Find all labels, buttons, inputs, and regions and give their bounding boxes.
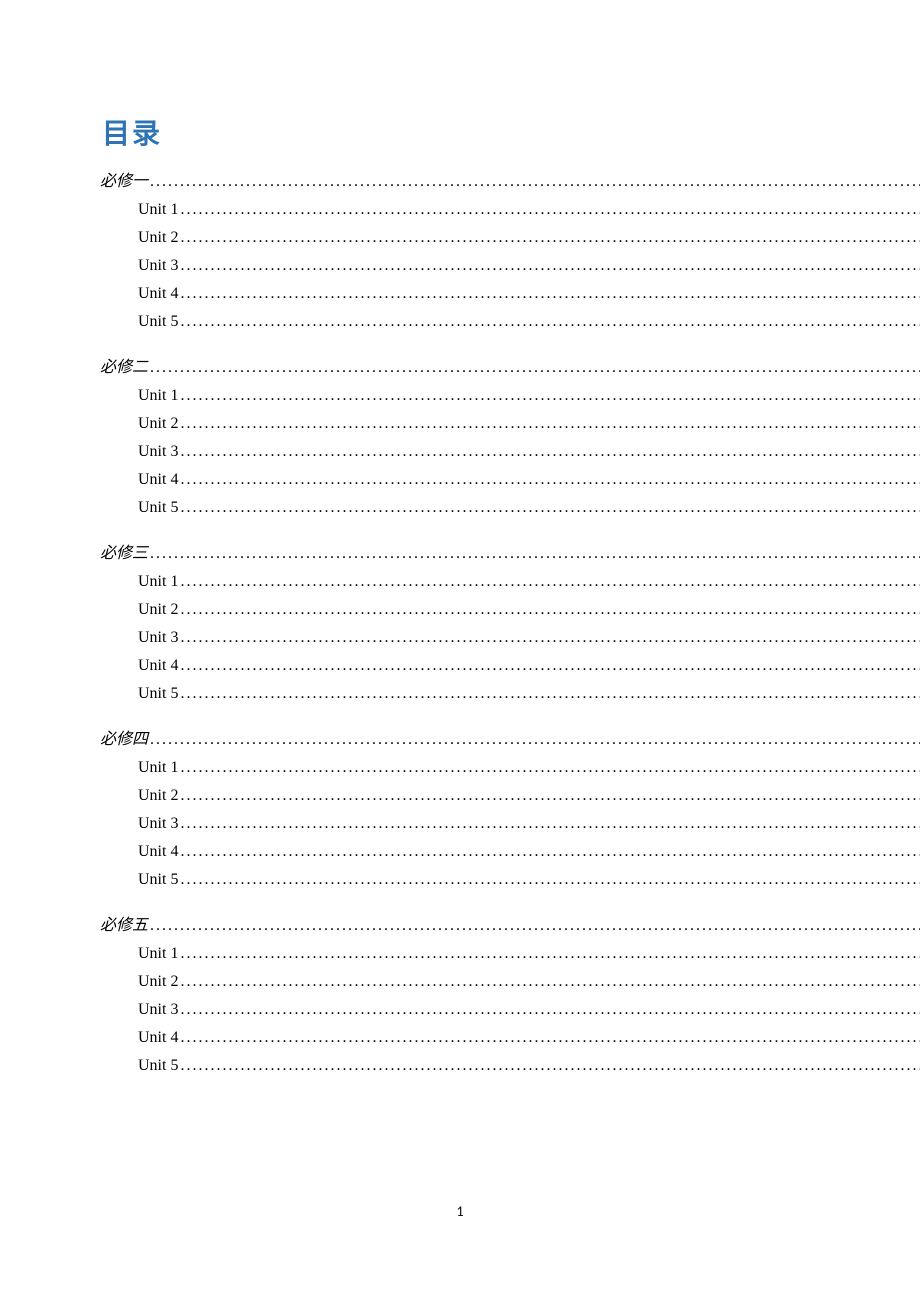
toc-heading: 必修二7 bbox=[100, 360, 920, 376]
toc-leader bbox=[178, 602, 920, 618]
toc-item-label: Unit 2 bbox=[138, 416, 178, 432]
toc-leader bbox=[178, 630, 920, 646]
toc-leader bbox=[148, 360, 920, 376]
toc-item: Unit 28 bbox=[138, 416, 920, 432]
toc-heading-label: 必修一 bbox=[100, 174, 148, 190]
toc-item: Unit 55 bbox=[138, 314, 920, 330]
toc-item: Unit 224 bbox=[138, 974, 920, 990]
toc-item-label: Unit 3 bbox=[138, 1002, 178, 1018]
toc-gap bbox=[100, 528, 920, 546]
toc-item-label: Unit 2 bbox=[138, 974, 178, 990]
toc-leader bbox=[178, 686, 920, 702]
toc-item: Unit 410 bbox=[138, 472, 920, 488]
toc-gap bbox=[100, 714, 920, 732]
toc-leader bbox=[178, 658, 920, 674]
toc-leader bbox=[178, 444, 920, 460]
toc-leader bbox=[178, 574, 920, 590]
toc-columns: 必修一2Unit 12Unit 23Unit 34Unit 44Unit 55必… bbox=[100, 174, 820, 1086]
toc-item-label: Unit 1 bbox=[138, 388, 178, 404]
toc-item-label: Unit 4 bbox=[138, 1030, 178, 1046]
toc-item: Unit 516 bbox=[138, 686, 920, 702]
toc-item: Unit 527 bbox=[138, 1058, 920, 1074]
toc-heading-label: 必修三 bbox=[100, 546, 148, 562]
toc-item-label: Unit 1 bbox=[138, 946, 178, 962]
page: 目录 必修一2Unit 12Unit 23Unit 34Unit 44Unit … bbox=[0, 0, 920, 1300]
toc-item: Unit 44 bbox=[138, 286, 920, 302]
toc-leader bbox=[178, 946, 920, 962]
toc-leader bbox=[148, 732, 920, 748]
toc-heading: 必修一2 bbox=[100, 174, 920, 190]
toc-leader bbox=[178, 202, 920, 218]
toc-item: Unit 319 bbox=[138, 816, 920, 832]
toc-leader bbox=[148, 918, 920, 934]
toc-leader bbox=[178, 472, 920, 488]
toc-item-label: Unit 5 bbox=[138, 314, 178, 330]
toc-heading: 必修四18 bbox=[100, 732, 920, 748]
toc-leader bbox=[178, 1030, 920, 1046]
toc-item: Unit 415 bbox=[138, 658, 920, 674]
toc-leader bbox=[178, 788, 920, 804]
toc-leader bbox=[178, 1058, 920, 1074]
toc-heading: 必修三12 bbox=[100, 546, 920, 562]
toc-item: Unit 123 bbox=[138, 946, 920, 962]
toc-item-label: Unit 1 bbox=[138, 760, 178, 776]
toc-leader bbox=[178, 816, 920, 832]
toc-leader bbox=[178, 872, 920, 888]
toc-heading-label: 必修五 bbox=[100, 918, 148, 934]
toc-item: Unit 426 bbox=[138, 1030, 920, 1046]
toc-heading: 必修五23 bbox=[100, 918, 920, 934]
toc-item: Unit 511 bbox=[138, 500, 920, 516]
toc-item: Unit 17 bbox=[138, 388, 920, 404]
toc-item: Unit 213 bbox=[138, 602, 920, 618]
toc-leader bbox=[178, 416, 920, 432]
toc-item: Unit 34 bbox=[138, 258, 920, 274]
toc-item: Unit 421 bbox=[138, 844, 920, 860]
toc-column-left: 必修一2 Unit 12 Unit 23 Unit 34 Unit 44 Unit 55 必… bbox=[100, 174, 920, 1086]
toc-heading-label: 必修二 bbox=[100, 360, 148, 376]
toc-gap bbox=[100, 900, 920, 918]
toc-leader bbox=[178, 760, 920, 776]
toc-item-label: Unit 3 bbox=[138, 816, 178, 832]
toc-item-label: Unit 4 bbox=[138, 658, 178, 674]
toc-item: Unit 314 bbox=[138, 630, 920, 646]
toc-item-label: Unit 5 bbox=[138, 872, 178, 888]
toc-item-label: Unit 2 bbox=[138, 602, 178, 618]
toc-item: Unit 219 bbox=[138, 788, 920, 804]
toc-item-label: Unit 3 bbox=[138, 444, 178, 460]
toc-item-label: Unit 4 bbox=[138, 472, 178, 488]
toc-item-label: Unit 3 bbox=[138, 258, 178, 274]
toc-leader bbox=[178, 230, 920, 246]
toc-leader bbox=[148, 174, 920, 190]
toc-item: Unit 118 bbox=[138, 760, 920, 776]
toc-item-label: Unit 2 bbox=[138, 230, 178, 246]
toc-item-label: Unit 3 bbox=[138, 630, 178, 646]
toc-item: Unit 12 bbox=[138, 202, 920, 218]
toc-item-label: Unit 5 bbox=[138, 686, 178, 702]
toc-heading-label: 必修四 bbox=[100, 732, 148, 748]
toc-item: Unit 38 bbox=[138, 444, 920, 460]
toc-leader bbox=[178, 314, 920, 330]
toc-item: Unit 23 bbox=[138, 230, 920, 246]
toc-leader bbox=[178, 844, 920, 860]
toc-item-label: Unit 5 bbox=[138, 1058, 178, 1074]
toc-leader bbox=[178, 258, 920, 274]
toc-item: Unit 112 bbox=[138, 574, 920, 590]
page-title: 目录 bbox=[102, 112, 820, 152]
toc-leader bbox=[178, 500, 920, 516]
toc-leader bbox=[178, 388, 920, 404]
toc-item-label: Unit 4 bbox=[138, 844, 178, 860]
toc-item-label: Unit 1 bbox=[138, 202, 178, 218]
toc-gap bbox=[100, 342, 920, 360]
page-number: 1 bbox=[0, 1203, 920, 1220]
toc-leader bbox=[148, 546, 920, 562]
toc-leader bbox=[178, 286, 920, 302]
toc-item-label: Unit 2 bbox=[138, 788, 178, 804]
toc-leader bbox=[178, 974, 920, 990]
toc-item-label: Unit 5 bbox=[138, 500, 178, 516]
toc-leader bbox=[178, 1002, 920, 1018]
toc-item: Unit 521 bbox=[138, 872, 920, 888]
toc-item-label: Unit 4 bbox=[138, 286, 178, 302]
toc-item-label: Unit 1 bbox=[138, 574, 178, 590]
toc-item: Unit 325 bbox=[138, 1002, 920, 1018]
